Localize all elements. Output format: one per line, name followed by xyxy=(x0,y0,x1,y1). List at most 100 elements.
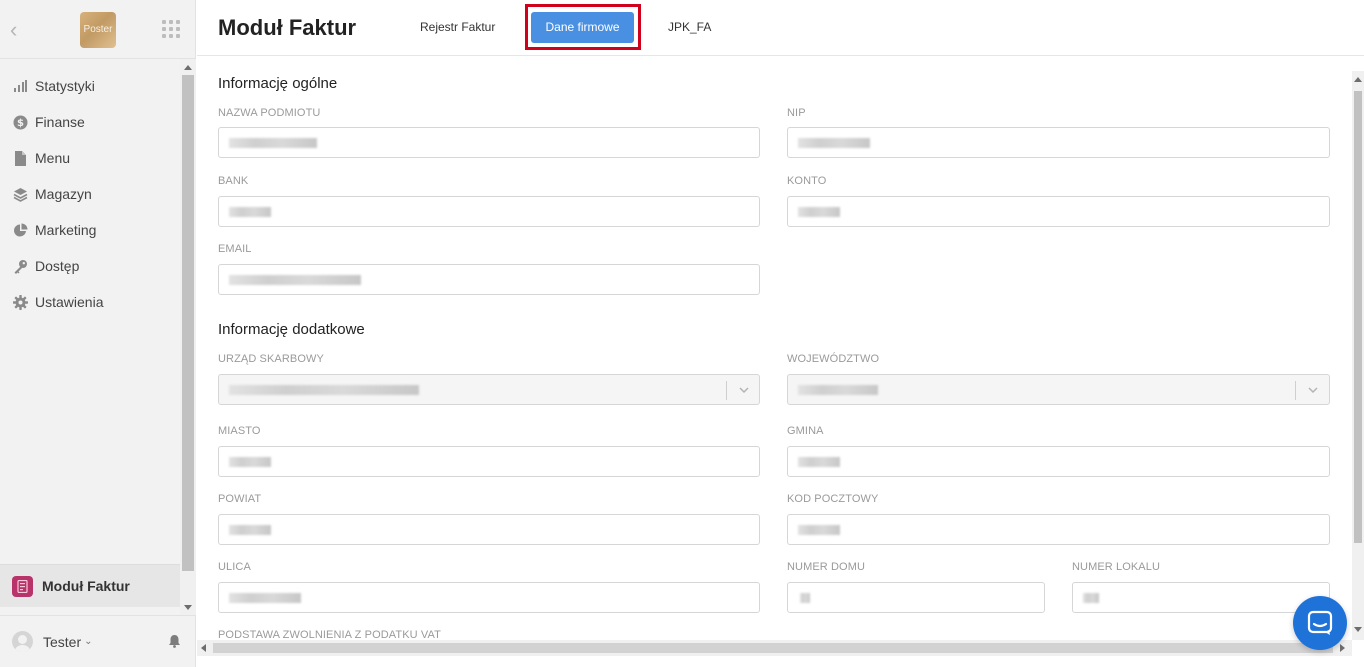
redacted-value xyxy=(229,138,317,148)
page-title: Moduł Faktur xyxy=(218,15,357,40)
redacted-value xyxy=(229,525,271,535)
layers-icon xyxy=(12,186,28,202)
redacted-value xyxy=(229,593,301,603)
scroll-up-arrow-icon[interactable] xyxy=(1354,77,1362,82)
sidebar-scrollbar[interactable] xyxy=(180,59,196,615)
user-name: Tester xyxy=(43,633,82,650)
chat-button[interactable] xyxy=(1293,596,1347,650)
sidebar-item-label: Dostęp xyxy=(35,258,80,274)
redacted-value xyxy=(229,275,361,285)
redacted-value xyxy=(229,457,271,467)
redacted-value xyxy=(800,593,810,603)
section-title-general: Informację ogólne xyxy=(218,75,338,92)
redacted-value xyxy=(798,457,840,467)
redacted-value xyxy=(798,138,870,148)
label-kod-pocztowy: KOD POCZTOWY xyxy=(787,493,879,505)
sidebar-header: ‹ Poster xyxy=(0,0,195,59)
redacted-value xyxy=(798,385,878,395)
gear-icon xyxy=(12,294,28,310)
label-podstawa-zwolnienia-vat: PODSTAWA ZWOLNIENIA Z PODATKU VAT xyxy=(218,629,441,640)
label-gmina: GMINA xyxy=(787,425,824,437)
label-nazwa-podmiotu: NAZWA PODMIOTU xyxy=(218,107,321,119)
document-icon xyxy=(12,150,28,166)
back-arrow-icon[interactable]: ‹ xyxy=(10,18,30,42)
company-data-form: Informację ogólne NAZWA PODMIOTU NIP BAN… xyxy=(197,57,1352,640)
bank-input[interactable] xyxy=(218,196,760,227)
label-urzad-skarbowy: URZĄD SKARBOWY xyxy=(218,353,324,365)
numer-domu-input[interactable] xyxy=(787,582,1045,613)
email-input[interactable] xyxy=(218,264,760,295)
bell-icon[interactable] xyxy=(168,634,181,651)
scroll-down-arrow-icon[interactable] xyxy=(1354,627,1362,632)
sidebar-item-label: Menu xyxy=(35,150,71,166)
chevron-down-icon[interactable] xyxy=(1306,383,1320,397)
redacted-value xyxy=(229,207,271,217)
pie-chart-icon xyxy=(12,222,28,238)
numer-lokalu-input[interactable] xyxy=(1072,582,1330,613)
sidebar: ‹ Poster Statystyki $ Finanse Menu Magaz… xyxy=(0,0,196,667)
tab-jpk-fa[interactable]: JPK_FA xyxy=(668,20,711,34)
sidebar-item-dostep[interactable]: Dostęp xyxy=(0,248,180,284)
scroll-up-arrow-icon[interactable] xyxy=(184,65,192,70)
scroll-down-arrow-icon[interactable] xyxy=(184,605,192,610)
sidebar-item-statystyki[interactable]: Statystyki xyxy=(0,68,180,104)
horizontal-scroll-thumb[interactable] xyxy=(213,643,1333,653)
label-wojewodztwo: WOJEWÓDZTWO xyxy=(787,353,880,365)
sidebar-item-magazyn[interactable]: Magazyn xyxy=(0,176,180,212)
chevron-down-icon[interactable] xyxy=(737,383,751,397)
label-ulica: ULICA xyxy=(218,561,251,573)
nip-input[interactable] xyxy=(787,127,1330,158)
konto-input[interactable] xyxy=(787,196,1330,227)
poster-logo[interactable]: Poster xyxy=(80,12,116,48)
label-nip: NIP xyxy=(787,107,806,119)
content-vertical-scrollbar[interactable] xyxy=(1352,71,1364,640)
sidebar-item-label: Magazyn xyxy=(35,186,92,202)
urzad-skarbowy-select[interactable] xyxy=(218,374,760,405)
select-divider xyxy=(1295,381,1296,400)
sidebar-scroll-thumb[interactable] xyxy=(182,75,194,571)
bar-chart-icon xyxy=(12,78,28,94)
select-divider xyxy=(726,381,727,400)
avatar xyxy=(12,631,33,652)
redacted-value xyxy=(1083,593,1099,603)
label-konto: KONTO xyxy=(787,175,827,187)
content-horizontal-scrollbar[interactable] xyxy=(197,640,1352,656)
ulica-input[interactable] xyxy=(218,582,760,613)
dollar-circle-icon: $ xyxy=(12,114,28,130)
label-numer-domu: NUMER DOMU xyxy=(787,561,865,573)
gmina-input[interactable] xyxy=(787,446,1330,477)
tab-dane-firmowe[interactable]: Dane firmowe xyxy=(531,12,634,43)
scroll-right-arrow-icon[interactable] xyxy=(1340,644,1345,652)
page-header: Moduł Faktur Rejestr Faktur Dane firmowe… xyxy=(197,0,1364,56)
redacted-value xyxy=(798,207,840,217)
sidebar-item-label: Marketing xyxy=(35,222,97,238)
miasto-input[interactable] xyxy=(218,446,760,477)
apps-grid-icon[interactable] xyxy=(162,20,180,38)
key-icon xyxy=(12,258,28,274)
sidebar-item-menu[interactable]: Menu xyxy=(0,140,180,176)
user-menu[interactable]: Tester ⌄ xyxy=(0,615,196,667)
section-title-extra: Informację dodatkowe xyxy=(218,321,365,338)
sidebar-item-label: Ustawienia xyxy=(35,294,104,310)
tab-rejestr-faktur[interactable]: Rejestr Faktur xyxy=(420,20,495,34)
sidebar-menu: Statystyki $ Finanse Menu Magazyn Market… xyxy=(0,68,180,320)
sidebar-item-marketing[interactable]: Marketing xyxy=(0,212,180,248)
powiat-input[interactable] xyxy=(218,514,760,545)
scroll-left-arrow-icon[interactable] xyxy=(201,644,206,652)
invoice-app-icon xyxy=(12,575,33,597)
chat-icon xyxy=(1307,610,1333,635)
active-app-label: Moduł Faktur xyxy=(42,578,130,594)
wojewodztwo-select[interactable] xyxy=(787,374,1330,405)
svg-text:$: $ xyxy=(17,118,24,129)
vertical-scroll-thumb[interactable] xyxy=(1354,91,1362,543)
label-powiat: POWIAT xyxy=(218,493,262,505)
sidebar-item-modul-faktur[interactable]: Moduł Faktur xyxy=(0,564,180,607)
redacted-value xyxy=(229,385,419,395)
sidebar-item-finanse[interactable]: $ Finanse xyxy=(0,104,180,140)
nazwa-podmiotu-input[interactable] xyxy=(218,127,760,158)
redacted-value xyxy=(798,525,840,535)
sidebar-item-label: Finanse xyxy=(35,114,85,130)
sidebar-item-ustawienia[interactable]: Ustawienia xyxy=(0,284,180,320)
label-email: EMAIL xyxy=(218,243,252,255)
kod-pocztowy-input[interactable] xyxy=(787,514,1330,545)
